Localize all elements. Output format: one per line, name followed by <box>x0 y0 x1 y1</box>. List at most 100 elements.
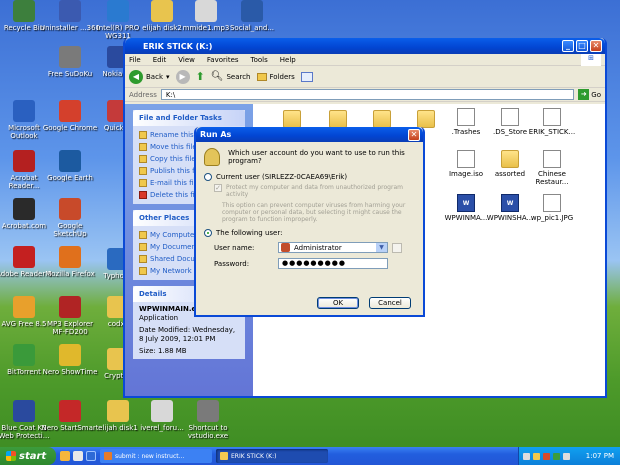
taskbar-task-browser[interactable]: submit : new instruct... <box>100 449 212 463</box>
menu-file[interactable]: File <box>129 56 141 64</box>
chevron-down-icon[interactable]: ▾ <box>166 73 170 81</box>
folder-task-icon <box>220 452 228 460</box>
current-user-option[interactable]: Current user (SIRLEZZ-0CAEA69\Erik) <box>196 173 423 181</box>
cancel-button[interactable]: Cancel <box>369 297 411 309</box>
go-button[interactable]: ➜ Go <box>578 89 601 100</box>
file-icon <box>457 108 475 126</box>
desktop-shortcut-icon <box>197 400 219 422</box>
folders-button[interactable]: Folders <box>256 72 295 81</box>
move-icon <box>139 143 147 151</box>
run-as-title-bar[interactable]: Run As ✕ <box>196 127 423 142</box>
tray-icon-2[interactable] <box>533 452 540 460</box>
toolbar: ◀ Back ▾ ▶ ⬆ 🔍︎ Search Folders <box>125 66 605 88</box>
following-user-option[interactable]: The following user: <box>196 229 423 237</box>
desktop-shortcut-icon <box>13 150 35 172</box>
password-field[interactable]: ●●●●●●●●● <box>278 258 388 269</box>
folders-icon <box>256 72 267 81</box>
protect-label: Protect my computer and data from unauth… <box>226 184 403 198</box>
desktop-quicklaunch-icon[interactable] <box>86 451 96 461</box>
file-label: WPWINMA... <box>444 214 488 222</box>
file-item[interactable]: .Trashes <box>441 108 491 136</box>
menu-tools[interactable]: Tools <box>251 56 268 64</box>
task-copy-label: Copy this file <box>150 155 196 163</box>
user-icon <box>281 243 290 252</box>
desktop-shortcut-icon <box>59 0 81 22</box>
computer-icon <box>139 231 147 239</box>
desktop-icon-label: Google SketchUp <box>53 222 87 238</box>
current-user-radio[interactable] <box>204 173 212 181</box>
desktop-shortcut-icon <box>151 400 173 422</box>
tray-icon-3[interactable] <box>543 452 550 460</box>
explorer-quicklaunch-icon[interactable] <box>73 451 83 461</box>
up-folder-icon[interactable]: ⬆ <box>196 70 205 83</box>
username-combobox[interactable]: Administrator ▼ <box>278 242 388 253</box>
place-my-computer-label: My Computer <box>150 231 198 239</box>
file-folder-tasks-header[interactable]: File and Folder Tasks <box>133 110 245 126</box>
taskbar-task-browser-label: submit : new instruct... <box>115 452 185 460</box>
back-arrow-icon: ◀ <box>129 69 143 84</box>
desktop-icon[interactable]: Social_and... <box>222 0 282 32</box>
menu-help[interactable]: Help <box>280 56 296 64</box>
search-label: Search <box>226 72 251 81</box>
firefox-quicklaunch-icon[interactable] <box>60 451 70 461</box>
forward-button[interactable]: ▶ <box>175 69 190 84</box>
ok-button[interactable]: OK <box>317 297 359 309</box>
desktop-shortcut-icon <box>59 344 81 366</box>
following-user-label: The following user: <box>216 229 283 237</box>
minimize-button[interactable]: _ <box>562 40 574 52</box>
tray-icon-1[interactable] <box>523 452 530 460</box>
file-icon <box>543 194 561 212</box>
taskbar: start submit : new instruct... ERIK STIC… <box>0 447 620 465</box>
close-button[interactable]: ✕ <box>590 40 602 52</box>
desktop-shortcut-icon <box>59 100 81 122</box>
file-item[interactable]: ERIK_STICK... <box>527 108 577 136</box>
address-label: Address <box>129 90 157 99</box>
file-item[interactable]: W WPWINMA... <box>441 194 491 222</box>
details-modified: Date Modified: Wednesday, 8 July 2009, 1… <box>139 326 236 343</box>
file-item[interactable]: wp_pic1.JPG <box>527 194 577 222</box>
delete-icon <box>139 191 147 199</box>
desktop-icon[interactable]: Google SketchUp <box>40 198 100 238</box>
back-button[interactable]: ◀ Back ▾ <box>129 69 170 84</box>
windows-flag-icon <box>6 451 16 461</box>
chevron-down-icon[interactable]: ▼ <box>376 243 387 252</box>
go-arrow-icon: ➜ <box>578 89 590 100</box>
file-icon <box>543 150 561 168</box>
password-row: Password: ●●●●●●●●● <box>196 258 423 269</box>
copy-icon <box>139 155 147 163</box>
tray-icon-5[interactable] <box>563 452 570 460</box>
keys-icon <box>204 148 221 166</box>
file-label: ERIK_STICK... <box>528 128 576 136</box>
menu-view[interactable]: View <box>178 56 195 64</box>
taskbar-task-explorer[interactable]: ERIK STICK (K:) <box>216 449 328 463</box>
search-icon: 🔍︎ <box>210 71 224 82</box>
desktop-shortcut-icon <box>13 198 35 220</box>
search-button[interactable]: 🔍︎ Search <box>211 71 251 82</box>
maximize-button[interactable]: □ <box>576 40 588 52</box>
file-item[interactable]: Chinese Restaur... <box>527 150 577 186</box>
explorer-title-bar[interactable]: ERIK STICK (K:) _ □ ✕ <box>125 38 605 54</box>
address-input[interactable]: K:\ <box>160 89 575 100</box>
browser-task-icon <box>104 452 112 460</box>
menu-bar: File Edit View Favorites Tools Help ⊞ <box>125 54 605 66</box>
clock: 1:07 PM <box>585 452 614 460</box>
menu-favorites[interactable]: Favorites <box>207 56 239 64</box>
start-button[interactable]: start <box>0 447 56 465</box>
views-button[interactable] <box>300 71 313 82</box>
folders-label: Folders <box>269 72 295 81</box>
tray-icon-4[interactable] <box>553 452 560 460</box>
file-item[interactable]: Image.iso <box>441 150 491 178</box>
menu-edit[interactable]: Edit <box>153 56 167 64</box>
desktop-shortcut-icon <box>13 344 35 366</box>
dialog-close-button[interactable]: ✕ <box>408 129 420 141</box>
shared-folder-icon <box>139 255 147 263</box>
browse-users-button[interactable] <box>392 242 402 253</box>
username-label: User name: <box>214 243 255 252</box>
current-user-label: Current user (SIRLEZZ-0CAEA69\Erik) <box>216 173 348 181</box>
documents-icon <box>139 243 147 251</box>
desktop-icon[interactable]: Shortcut to vstudio.exe <box>178 400 238 440</box>
desktop-icon[interactable]: Google Earth <box>40 150 100 182</box>
folder-icon <box>501 150 519 168</box>
following-user-radio[interactable] <box>204 229 212 237</box>
desktop-shortcut-icon <box>241 0 263 22</box>
